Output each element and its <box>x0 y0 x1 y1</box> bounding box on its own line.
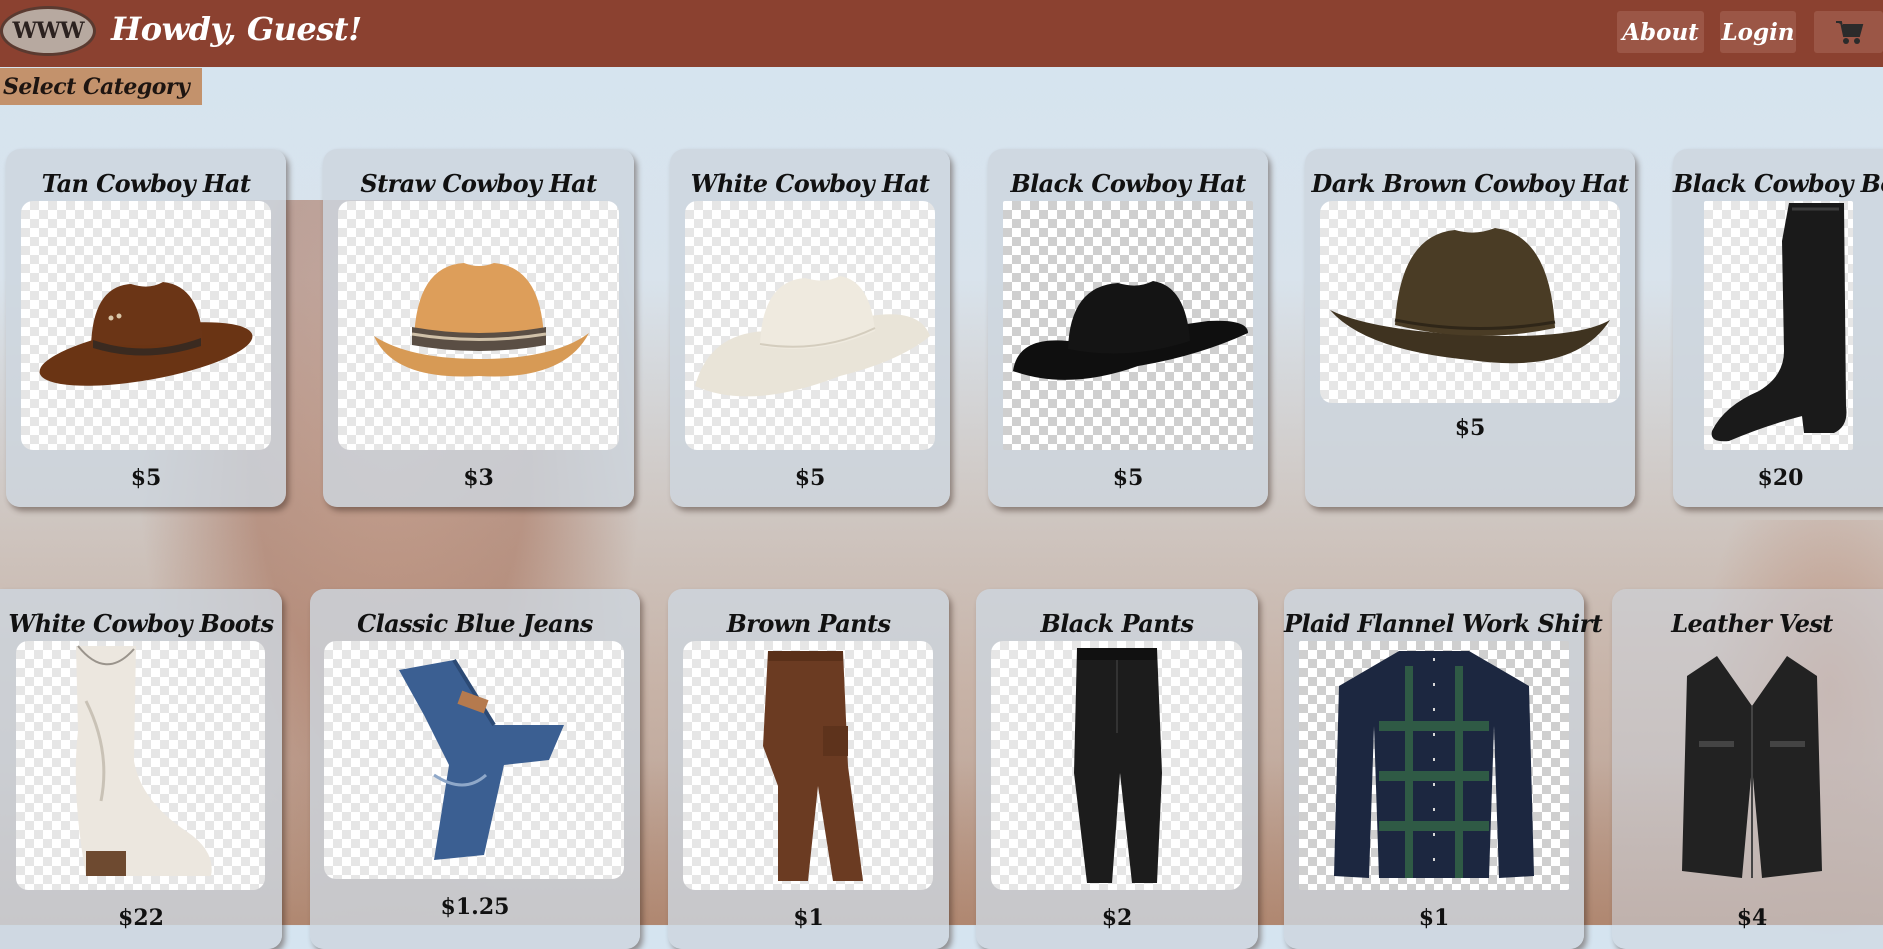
product-image <box>1003 201 1253 450</box>
product-image <box>1667 641 1837 890</box>
product-title: Dark Brown Cowboy Hat <box>1311 169 1630 198</box>
product-title: Straw Cowboy Hat <box>360 169 597 198</box>
product-card-black-cowboy-hat[interactable]: Black Cowboy Hat $5 <box>988 149 1268 507</box>
product-image <box>1320 201 1620 403</box>
product-title: Leather Vest <box>1671 609 1833 638</box>
product-card-black-pants[interactable]: Black Pants $2 <box>976 589 1258 949</box>
product-title: Black Cowboy Hat <box>1010 169 1246 198</box>
cowboy-hat-icon <box>39 281 253 386</box>
product-image <box>991 641 1242 890</box>
black-hat-icon <box>1013 280 1248 380</box>
product-card-white-cowboy-hat[interactable]: White Cowboy Hat $5 <box>670 149 950 507</box>
product-title: Tan Cowboy Hat <box>41 169 251 198</box>
cart-icon <box>1835 21 1863 44</box>
product-card-classic-blue-jeans[interactable]: Classic Blue Jeans $1.25 <box>310 589 640 949</box>
product-image <box>1704 201 1853 450</box>
product-price: $3 <box>463 465 494 491</box>
product-price: $5 <box>794 465 826 491</box>
product-price: $5 <box>1112 465 1144 491</box>
product-price: $1.25 <box>440 894 510 920</box>
greeting-title: Howdy, Guest! <box>111 10 362 48</box>
product-price: $1 <box>1418 905 1450 931</box>
product-card-straw-cowboy-hat[interactable]: Straw Cowboy Hat $3 <box>323 149 634 507</box>
product-title: Plaid Flannel Work Shirt <box>1284 609 1603 638</box>
product-price: $2 <box>1101 905 1133 931</box>
product-image <box>324 641 624 879</box>
product-title: Black Pants <box>1040 609 1195 638</box>
product-title: Brown Pants <box>726 609 891 638</box>
cart-button[interactable] <box>1814 11 1883 53</box>
product-card-leather-vest[interactable]: Leather Vest $4 <box>1612 589 1883 949</box>
straw-hat-icon <box>373 262 589 376</box>
white-hat-icon <box>695 275 930 396</box>
product-image <box>338 201 619 450</box>
product-price: $5 <box>130 465 162 491</box>
product-title: White Cowboy Hat <box>690 169 930 198</box>
about-button[interactable]: About <box>1617 11 1704 53</box>
product-card-tan-cowboy-hat[interactable]: Tan Cowboy Hat $5 <box>6 149 286 507</box>
product-image <box>685 201 935 450</box>
product-image <box>1299 641 1569 890</box>
product-card-brown-pants[interactable]: Brown Pants $1 <box>668 589 949 949</box>
leather-vest-icon <box>1682 655 1822 878</box>
dark-brown-hat-icon <box>1330 227 1610 363</box>
logo-text: WWW <box>12 18 84 44</box>
login-button[interactable]: Login <box>1720 11 1796 53</box>
product-price: $20 <box>1757 465 1804 491</box>
brown-pants-icon <box>763 650 863 881</box>
product-image <box>683 641 933 890</box>
product-title: Black Cowboy Boots <box>1673 169 1883 198</box>
top-navbar: WWW Howdy, Guest! About Login <box>0 0 1883 67</box>
product-image <box>16 641 265 890</box>
product-image <box>21 201 271 450</box>
product-title: Classic Blue Jeans <box>357 609 593 638</box>
jeans-icon <box>399 658 564 860</box>
black-pants-icon <box>1073 648 1162 883</box>
product-price: $1 <box>793 905 824 931</box>
product-price: $4 <box>1736 905 1768 931</box>
black-boot-icon <box>1711 203 1847 442</box>
flannel-shirt-icon <box>1334 650 1534 878</box>
product-card-black-cowboy-boots[interactable]: Black Cowboy Boots $20 <box>1673 149 1883 507</box>
product-price: $5 <box>1454 415 1486 441</box>
product-price: $22 <box>118 905 164 931</box>
product-title: White Cowboy Boots <box>8 609 274 638</box>
select-category-dropdown[interactable]: Select Category <box>0 68 202 105</box>
white-boot-icon <box>75 645 212 876</box>
product-card-dark-brown-cowboy-hat[interactable]: Dark Brown Cowboy Hat $5 <box>1305 149 1635 507</box>
product-card-white-cowboy-boots[interactable]: White Cowboy Boots $22 <box>0 589 282 949</box>
site-logo[interactable]: WWW <box>0 6 96 56</box>
product-card-plaid-flannel-work-shirt[interactable]: Plaid Flannel Work Shirt $1 <box>1284 589 1603 949</box>
